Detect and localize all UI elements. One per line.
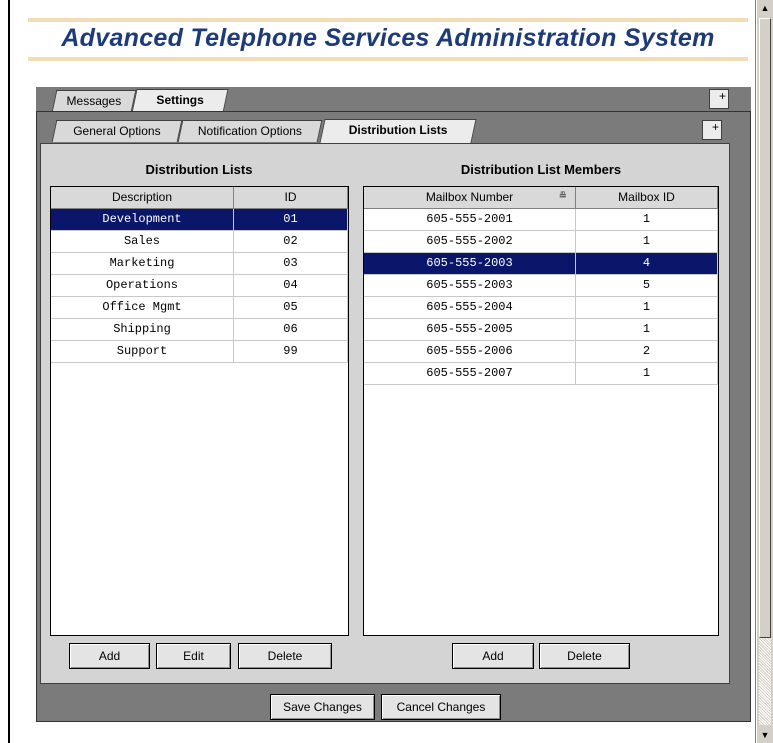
table-row[interactable]: 605-555-2006 2 <box>364 341 718 363</box>
table-row[interactable]: 605-555-2003 5 <box>364 275 718 297</box>
delete-list-button[interactable]: Delete <box>238 643 332 669</box>
edit-list-button[interactable]: Edit <box>156 643 231 669</box>
list-id-cell: 02 <box>234 231 348 252</box>
tab-messages-label: Messages <box>66 94 122 108</box>
page-title: Advanced Telephone Services Administrati… <box>61 24 715 52</box>
table-row[interactable]: Operations 04 <box>51 275 348 297</box>
cancel-changes-button[interactable]: Cancel Changes <box>381 694 501 720</box>
members-heading: Distribution List Members <box>460 162 622 177</box>
mailbox-number-cell: 605-555-2003 <box>364 253 576 274</box>
list-description-cell: Development <box>51 209 234 230</box>
mailbox-id-cell: 4 <box>576 253 718 274</box>
members-rows: 605-555-2001 1 605-555-2002 1 605-555-2003 4 6… <box>364 209 718 385</box>
table-row[interactable]: 605-555-2003 4 <box>364 253 718 275</box>
mailbox-id-cell: 5 <box>576 275 718 296</box>
mailbox-id-cell: 1 <box>576 209 718 230</box>
table-row[interactable]: 605-555-2001 1 <box>364 209 718 231</box>
list-description-cell: Shipping <box>51 319 234 340</box>
scroll-thumb[interactable] <box>759 18 771 638</box>
delete-member-button[interactable]: Delete <box>539 643 630 669</box>
tab-general-options-label: General Options <box>73 124 161 138</box>
scroll-up-arrow-icon[interactable]: ▲ <box>757 0 773 16</box>
table-row[interactable]: 605-555-2004 1 <box>364 297 718 319</box>
expand-plus-icon[interactable]: + <box>709 89 729 109</box>
mailbox-number-cell: 605-555-2007 <box>364 363 576 384</box>
list-description-cell: Operations <box>51 275 234 296</box>
sort-icon[interactable]: ≞ <box>559 187 567 207</box>
tab-distribution-lists[interactable]: Distribution Lists <box>319 119 477 143</box>
settings-tab-bar: General Options Notification Options Dis… <box>40 117 730 143</box>
expand-plus-icon-inner[interactable]: + <box>702 120 722 140</box>
mailbox-id-cell: 1 <box>576 319 718 340</box>
tab-settings[interactable]: Settings <box>131 89 229 113</box>
list-description-cell: Office Mgmt <box>51 297 234 318</box>
mailbox-number-cell: 605-555-2004 <box>364 297 576 318</box>
table-row[interactable]: Support 99 <box>51 341 348 363</box>
main-tab-bar: Messages Settings + <box>36 87 751 113</box>
tab-messages[interactable]: Messages <box>51 90 137 112</box>
mailbox-number-cell: 605-555-2001 <box>364 209 576 230</box>
tab-notification-options[interactable]: Notification Options <box>177 120 323 142</box>
tab-notification-options-label: Notification Options <box>197 124 302 138</box>
table-row[interactable]: Office Mgmt 05 <box>51 297 348 319</box>
mailbox-id-cell: 2 <box>576 341 718 362</box>
grid-header: Description ID <box>51 187 348 209</box>
list-id-cell: 03 <box>234 253 348 274</box>
mailbox-number-cell: 605-555-2006 <box>364 341 576 362</box>
list-id-cell: 05 <box>234 297 348 318</box>
distribution-lists-rows: Development 01 Sales 02 Marketing 03 Operation… <box>51 209 348 363</box>
list-id-cell: 01 <box>234 209 348 230</box>
table-row[interactable]: 605-555-2002 1 <box>364 231 718 253</box>
list-description-cell: Sales <box>51 231 234 252</box>
frame-divider <box>755 0 756 743</box>
table-row[interactable]: Sales 02 <box>51 231 348 253</box>
column-header-mailbox-number[interactable]: Mailbox Number ≞ <box>364 187 576 208</box>
tab-general-options[interactable]: General Options <box>51 120 183 142</box>
table-row[interactable]: Development 01 <box>51 209 348 231</box>
mailbox-id-cell: 1 <box>576 363 718 384</box>
list-description-cell: Marketing <box>51 253 234 274</box>
column-header-id[interactable]: ID <box>234 187 348 208</box>
tab-settings-label: Settings <box>156 93 204 107</box>
mailbox-number-cell: 605-555-2003 <box>364 275 576 296</box>
column-header-description[interactable]: Description <box>51 187 234 208</box>
table-row[interactable]: Shipping 06 <box>51 319 348 341</box>
list-id-cell: 04 <box>234 275 348 296</box>
column-header-mailbox-number-label: Mailbox Number <box>425 190 514 204</box>
window-frame <box>8 0 10 743</box>
vertical-scrollbar[interactable]: ▲ ▼ <box>757 0 773 743</box>
members-grid[interactable]: Mailbox Number ≞ Mailbox ID 605-555-2001… <box>363 186 719 636</box>
distribution-lists-grid[interactable]: Description ID Development 01 Sales 02 Marke… <box>50 186 349 636</box>
grid-header: Mailbox Number ≞ Mailbox ID <box>364 187 718 209</box>
table-row[interactable]: 605-555-2005 1 <box>364 319 718 341</box>
scroll-down-arrow-icon[interactable]: ▼ <box>757 727 773 743</box>
add-member-button[interactable]: Add <box>452 643 534 669</box>
mailbox-number-cell: 605-555-2005 <box>364 319 576 340</box>
mailbox-id-cell: 1 <box>576 297 718 318</box>
mailbox-id-cell: 1 <box>576 231 718 252</box>
table-row[interactable]: Marketing 03 <box>51 253 348 275</box>
mailbox-number-cell: 605-555-2002 <box>364 231 576 252</box>
title-rule-top <box>28 18 748 22</box>
column-header-mailbox-id[interactable]: Mailbox ID <box>576 187 718 208</box>
add-list-button[interactable]: Add <box>69 643 150 669</box>
title-rule-bottom <box>28 57 748 61</box>
distribution-lists-heading: Distribution Lists <box>145 162 253 177</box>
list-description-cell: Support <box>51 341 234 362</box>
table-row[interactable]: 605-555-2007 1 <box>364 363 718 385</box>
save-changes-button[interactable]: Save Changes <box>270 694 375 720</box>
list-id-cell: 06 <box>234 319 348 340</box>
tab-distribution-lists-label: Distribution Lists <box>348 123 448 137</box>
list-id-cell: 99 <box>234 341 348 362</box>
